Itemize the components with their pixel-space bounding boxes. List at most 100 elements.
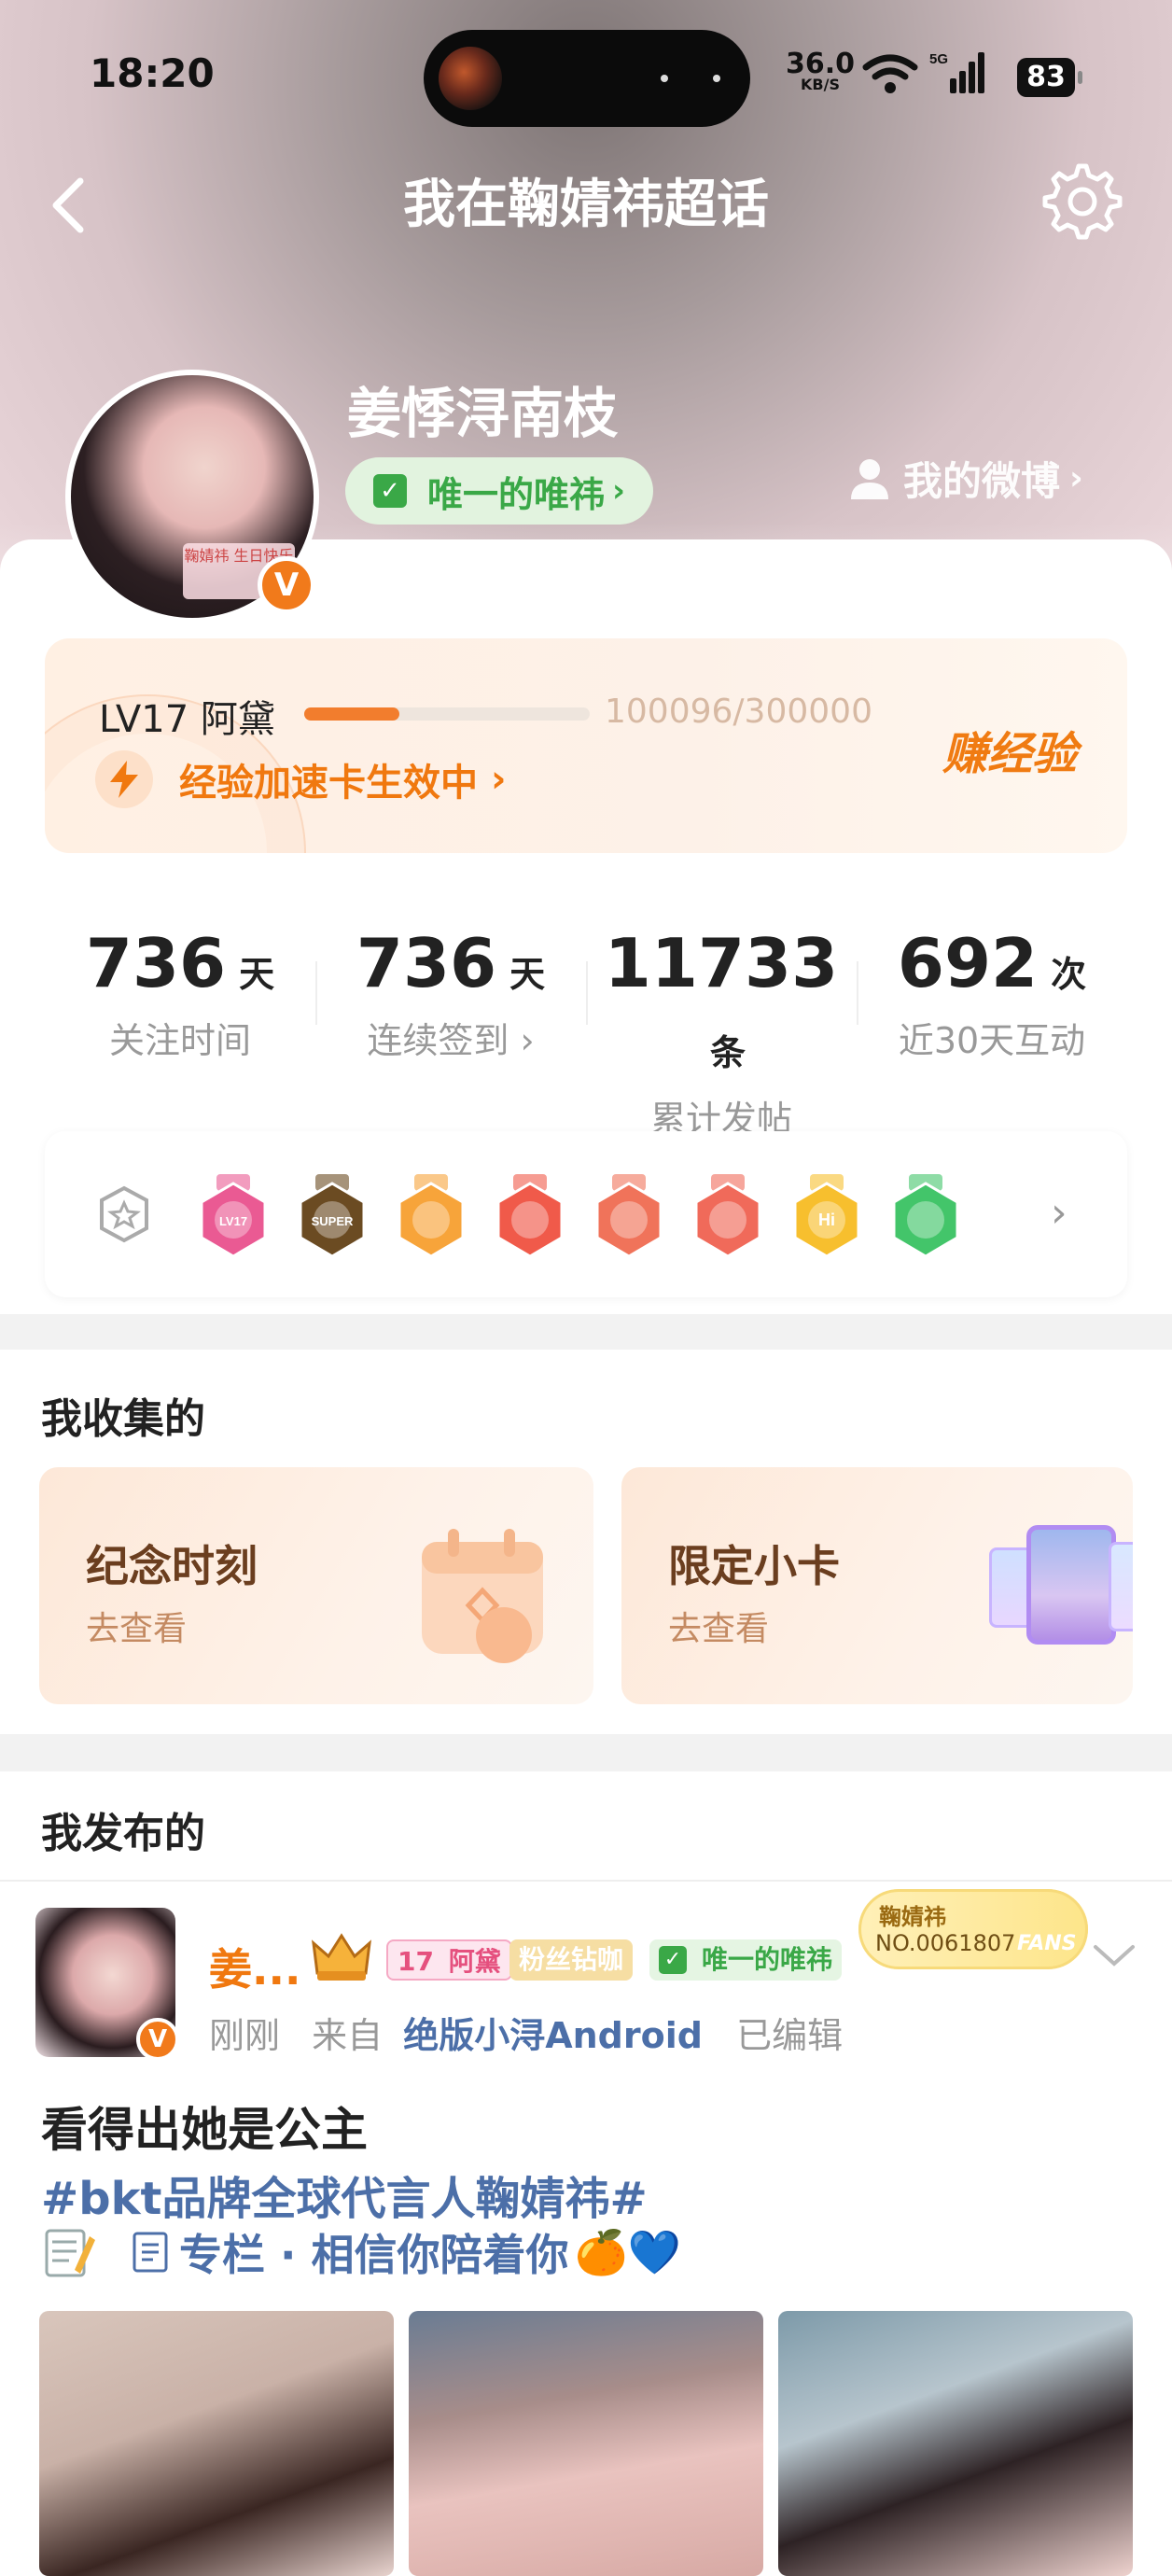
battery-indicator: 83 bbox=[1017, 58, 1082, 97]
badge-label: LV17 bbox=[219, 1214, 247, 1228]
post-hashtag[interactable]: #bkt品牌全球代言人鞠婧祎# bbox=[41, 2162, 648, 2227]
level-card[interactable]: LV17 阿黛 100096/300000 经验加速卡生效中 › 赚经验 bbox=[45, 638, 1127, 853]
level-chip: 17 阿黛 bbox=[386, 1939, 512, 1981]
stat-unit: 天 bbox=[239, 954, 275, 995]
chevron-right-icon: › bbox=[612, 472, 626, 510]
username: 姜悸浔南枝 bbox=[347, 382, 619, 445]
post-time: 刚刚 bbox=[209, 2015, 281, 2056]
dynamic-island bbox=[424, 30, 750, 127]
chevron-right-icon: › bbox=[1069, 459, 1083, 497]
badge-medal-icon: Hi bbox=[793, 1174, 860, 1258]
earn-exp-button[interactable]: 赚经验 bbox=[942, 717, 1077, 782]
stat-interactions: 692 次 近30天互动 bbox=[857, 887, 1127, 1098]
stat-value: 692 bbox=[897, 924, 1039, 1002]
level-progress-value: 100096/300000 bbox=[605, 693, 872, 731]
badge-medal-icon: LV17 bbox=[200, 1174, 267, 1258]
posted-title: 我发布的 bbox=[41, 1810, 205, 1857]
column-doc-icon bbox=[133, 2232, 168, 2273]
badge-medal-icon bbox=[694, 1174, 761, 1258]
stat-follow-days: 736 天 关注时间 bbox=[45, 887, 315, 1098]
badge-wall[interactable]: LV17 SUPER Hi › bbox=[45, 1131, 1127, 1297]
stat-label: 近30天互动 bbox=[898, 1020, 1086, 1061]
memorial-moments-card[interactable]: 纪念时刻 去查看 bbox=[39, 1467, 593, 1704]
card-subtitle: 去查看 bbox=[86, 1610, 188, 1648]
fan-group-label: 唯一的唯祎 bbox=[427, 473, 606, 515]
collected-title: 我收集的 bbox=[41, 1395, 205, 1443]
verified-v-badge: V bbox=[136, 2018, 179, 2061]
status-bar: 18:20 36.0 KB/S 5G 83 bbox=[0, 0, 1172, 149]
mini-card-image bbox=[1026, 1525, 1116, 1645]
group-chip-label: 唯一的唯祎 bbox=[702, 1944, 833, 1975]
my-weibo-link[interactable]: 我的微博 › bbox=[849, 450, 1083, 507]
my-weibo-label: 我的微博 bbox=[903, 458, 1061, 504]
island-dot bbox=[661, 75, 668, 82]
check-badge-icon: ✓ bbox=[373, 474, 407, 508]
card-subtitle: 去查看 bbox=[668, 1610, 770, 1648]
level-number: 17 bbox=[398, 1946, 434, 1977]
post-author-avatar[interactable]: V bbox=[35, 1908, 179, 2061]
network-type-label: 5G bbox=[929, 51, 948, 67]
stat-checkin-days[interactable]: 736 天 连续签到 › bbox=[315, 887, 586, 1098]
stat-label: 连续签到 › bbox=[367, 1020, 535, 1061]
level-progress-fill bbox=[304, 707, 400, 721]
post-photo[interactable] bbox=[39, 2311, 394, 2576]
badge-wall-icon bbox=[100, 1185, 148, 1243]
fans-card-label: FANS bbox=[1017, 1932, 1077, 1955]
stat-value: 736 bbox=[356, 924, 497, 1002]
calendar-heart-icon bbox=[422, 1529, 543, 1663]
post-column-link[interactable]: 专栏 · 相信你陪着你 🍊💙 bbox=[41, 2221, 681, 2283]
fans-card-number: NO.0061807 bbox=[875, 1930, 1016, 1956]
level-name: 阿黛 bbox=[448, 1946, 501, 1977]
crown-icon bbox=[312, 1933, 371, 1981]
post-photo[interactable] bbox=[778, 2311, 1133, 2576]
card-title: 限定小卡 bbox=[668, 1541, 840, 1591]
chevron-down-icon[interactable] bbox=[1092, 1941, 1137, 1969]
badge-medal-icon bbox=[496, 1174, 564, 1258]
badge-medal-icon: SUPER bbox=[299, 1174, 366, 1258]
stat-unit: 次 bbox=[1051, 954, 1087, 995]
badge-medal-icon bbox=[398, 1174, 465, 1258]
net-speed: 36.0 KB/S bbox=[786, 50, 855, 93]
badge-label: Hi bbox=[818, 1211, 835, 1229]
lightning-icon bbox=[95, 750, 153, 808]
wifi-icon bbox=[862, 54, 918, 93]
level-label: LV17 阿黛 bbox=[99, 698, 275, 741]
badge-medal-icon bbox=[595, 1174, 663, 1258]
group-chip: ✓ 唯一的唯祎 bbox=[649, 1939, 843, 1981]
stats-row: 736 天 关注时间 736 天 连续签到 › 11733条 累计发帖 692 次 近… bbox=[45, 887, 1127, 1140]
post-author-name[interactable]: 姜... bbox=[209, 1936, 300, 1997]
fans-card-name: 鞠婧祎 bbox=[879, 1904, 946, 1930]
stat-value: 11733 bbox=[604, 924, 839, 1002]
stat-unit: 天 bbox=[509, 954, 546, 995]
badge-label: SUPER bbox=[312, 1214, 354, 1228]
stat-value: 736 bbox=[85, 924, 227, 1002]
post-edited: 已编辑 bbox=[736, 2015, 844, 2056]
mini-card-image bbox=[1109, 1542, 1133, 1631]
cellular-signal-icon: 5G bbox=[929, 51, 984, 93]
stat-total-posts: 11733条 累计发帖 bbox=[586, 887, 857, 1140]
post-source[interactable]: 绝版小浔Android bbox=[403, 2015, 703, 2056]
boost-label: 经验加速卡生效中 bbox=[179, 762, 478, 805]
fan-group-tag[interactable]: ✓ 唯一的唯祎 › bbox=[345, 457, 654, 525]
fan-diamond-chip: 粉丝钻咖 bbox=[509, 1939, 634, 1981]
post-text-line: 看得出她是公主 bbox=[41, 2103, 368, 2157]
limited-cards-card[interactable]: 限定小卡 去查看 bbox=[621, 1467, 1133, 1704]
post-photo[interactable] bbox=[409, 2311, 763, 2576]
chevron-right-icon: › bbox=[491, 758, 507, 801]
person-icon bbox=[851, 458, 888, 499]
divider bbox=[0, 1880, 1172, 1882]
gear-icon[interactable] bbox=[1041, 161, 1123, 243]
post-meta: 刚刚 来自 绝版小浔Android 已编辑 bbox=[209, 2007, 843, 2058]
memo-icon bbox=[45, 2229, 95, 2277]
page-title: 我在鞠婧祎超话 bbox=[403, 175, 769, 235]
fans-number-card: 鞠婧祎 NO.0061807 FANS bbox=[858, 1889, 1088, 1969]
boost-card-link[interactable]: 经验加速卡生效中 › bbox=[95, 750, 506, 808]
chevron-right-icon[interactable]: › bbox=[1051, 1189, 1067, 1237]
column-title: 专栏 · 相信你陪着你 bbox=[179, 2230, 569, 2280]
check-badge-icon: ✓ bbox=[659, 1946, 687, 1974]
status-time: 18:20 bbox=[90, 50, 215, 96]
card-title: 纪念时刻 bbox=[86, 1541, 258, 1591]
stat-unit: 条 bbox=[709, 1032, 746, 1073]
level-progress-bar bbox=[304, 707, 590, 721]
island-app-icon bbox=[439, 47, 502, 110]
